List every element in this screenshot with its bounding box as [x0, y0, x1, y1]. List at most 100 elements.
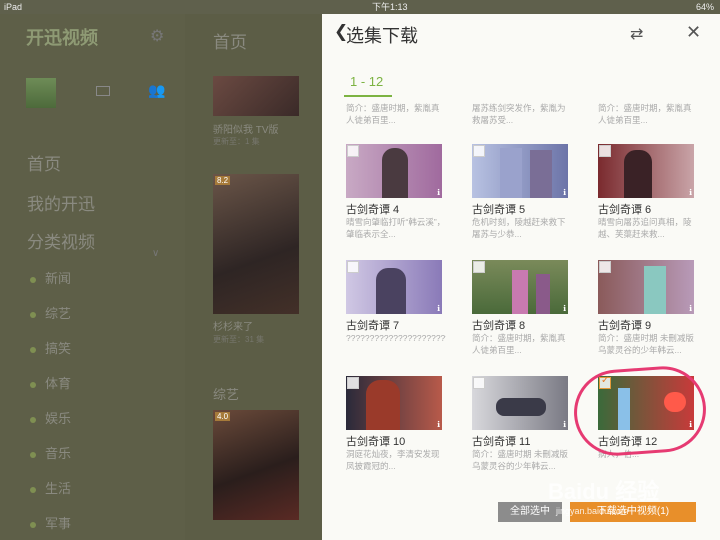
episode-title: 古剑奇谭 6: [598, 204, 652, 216]
mail-icon[interactable]: [96, 86, 110, 96]
episode-thumbnail[interactable]: ℹ: [346, 260, 442, 314]
episode-thumbnail[interactable]: ℹ: [346, 376, 442, 430]
swap-icon[interactable]: ⇄: [630, 24, 643, 44]
episode-card[interactable]: ℹ 古剑奇谭 5 危机时刻，陵越赶来救下屠苏与少恭...: [472, 144, 570, 239]
panel-title: 选集下载: [346, 26, 418, 46]
annotation-circle: [571, 363, 709, 459]
poster-title: 杉杉来了: [213, 322, 253, 333]
episode-title: 古剑奇谭 11: [472, 436, 531, 448]
people-icon[interactable]: 👥: [148, 82, 165, 99]
bullet-icon: [30, 416, 36, 423]
nav-sub-item[interactable]: 搞笑: [30, 338, 71, 357]
info-icon[interactable]: ℹ: [563, 420, 566, 429]
gear-icon[interactable]: ⚙: [150, 26, 166, 45]
poster-title: 骄阳似我 TV版: [213, 125, 279, 136]
nav-sub-item[interactable]: 综艺: [30, 303, 71, 322]
panel-header: ❮ 选集下载 ⇄ ✕: [322, 14, 720, 54]
nav-sub-label: 体育: [45, 376, 72, 391]
info-icon[interactable]: ℹ: [689, 304, 692, 313]
episode-thumbnail[interactable]: ℹ: [472, 144, 568, 198]
nav-sub-label: 搞笑: [45, 341, 72, 356]
episode-card[interactable]: ℹ 古剑奇谭 4 晴雪向肇临打听“韩云溪”，肇临表示全...: [346, 144, 445, 239]
nav-sub-label: 音乐: [45, 446, 72, 461]
episode-title: 古剑奇谭 8: [472, 320, 526, 332]
download-panel: ❮ 选集下载 ⇄ ✕ 1 - 12 简介：盛唐时期，紫胤真人徒弟百里... 屠苏…: [322, 14, 720, 540]
nav-sub-label: 生活: [45, 481, 72, 496]
tab-episode-range[interactable]: 1 - 12: [350, 74, 383, 89]
nav-item-mine[interactable]: 我的开迅: [27, 190, 95, 215]
clock: 下午1:13: [372, 2, 408, 12]
nav-sub-label: 娱乐: [45, 411, 72, 426]
episode-thumbnail[interactable]: ℹ: [598, 260, 694, 314]
background-app: 开迅视频 ⚙ 👥 首页 我的开迅 分类视频 ∨ 新闻 综艺 搞笑 体育 娱乐 音…: [0, 14, 322, 540]
episode-card[interactable]: ℹ 古剑奇谭 11 简介：盛唐时期 未刪减版 乌蒙灵谷的少年韩云...: [472, 376, 570, 471]
panel-footer: 全部选中 下载选中视频(1): [322, 500, 720, 540]
info-icon[interactable]: ℹ: [437, 188, 440, 197]
info-icon[interactable]: ℹ: [689, 188, 692, 197]
nav-item-home[interactable]: 首页: [27, 150, 61, 175]
episode-desc: 洞庭花灿夜，李清安发现凤披霞冠的...: [346, 449, 440, 471]
episode-desc: 晴雪向屠苏追问真相，陵越、芙蕖赶来救...: [598, 217, 692, 239]
bullet-icon: [30, 381, 36, 388]
avatar[interactable]: [26, 78, 56, 108]
episode-checkbox[interactable]: [599, 145, 611, 157]
sidebar: 开迅视频 ⚙ 👥 首页 我的开迅 分类视频 ∨ 新闻 综艺 搞笑 体育 娱乐 音…: [0, 14, 185, 540]
episode-card[interactable]: ℹ 古剑奇谭 8 简介：盛唐时期，紫胤真人徒弟百里...: [472, 260, 570, 355]
episode-checkbox[interactable]: [473, 145, 485, 157]
nav-sub-item[interactable]: 娱乐: [30, 408, 71, 427]
close-icon[interactable]: ✕: [686, 22, 701, 43]
poster-thumbnail[interactable]: 4.0: [213, 410, 299, 520]
rating-badge: 4.0: [215, 412, 231, 421]
episode-checkbox[interactable]: [473, 377, 485, 389]
info-icon[interactable]: ℹ: [437, 420, 440, 429]
bullet-icon: [30, 311, 36, 318]
chevron-down-icon[interactable]: ∨: [152, 248, 159, 259]
nav-sub-item[interactable]: 新闻: [30, 268, 71, 287]
episode-title: 古剑奇谭 7: [346, 320, 400, 332]
poster-thumbnail[interactable]: 8.2: [213, 174, 299, 314]
rating-badge: 8.2: [215, 176, 231, 185]
episode-desc: 简介：盛唐时期，紫胤真人徒弟百里...: [472, 333, 566, 355]
watermark-logo: Baidu 经验: [548, 479, 660, 504]
page-title: 首页: [213, 33, 247, 52]
episode-title: 古剑奇谭 5: [472, 204, 526, 216]
episode-checkbox[interactable]: [347, 145, 359, 157]
episode-card[interactable]: ℹ 古剑奇谭 6 晴雪向屠苏追问真相，陵越、芙蕖赶来救...: [598, 144, 696, 239]
device-label: iPad: [4, 2, 23, 12]
nav-sub-item[interactable]: 生活: [30, 478, 71, 497]
watermark-url: jingyan.baidu.com: [556, 506, 629, 516]
nav-sub-item[interactable]: 军事: [30, 513, 71, 532]
episode-checkbox[interactable]: [473, 261, 485, 273]
episode-thumbnail[interactable]: ℹ: [598, 144, 694, 198]
nav-sub-label: 综艺: [45, 306, 72, 321]
nav-item-category[interactable]: 分类视频: [27, 228, 95, 253]
home-content: 首页 骄阳似我 TV版 更新至：1 集 8.2 杉杉来了 更新至：31 集 综艺…: [185, 14, 322, 540]
episode-checkbox[interactable]: [347, 261, 359, 273]
episode-card[interactable]: ℹ 古剑奇谭 7 ???????????????????????????????…: [346, 260, 446, 352]
episode-thumbnail[interactable]: ℹ: [346, 144, 442, 198]
nav-sub-item[interactable]: 音乐: [30, 443, 71, 462]
episode-thumbnail[interactable]: ℹ: [472, 376, 568, 430]
episode-card[interactable]: ℹ 古剑奇谭 9 简介：盛唐时期 未刪减版 乌蒙灵谷的少年韩云...: [598, 260, 696, 355]
nav-sub-item[interactable]: 体育: [30, 373, 71, 392]
episode-checkbox[interactable]: [347, 377, 359, 389]
app-logo: 开迅视频: [26, 28, 98, 48]
episode-checkbox[interactable]: [599, 261, 611, 273]
episode-title: 古剑奇谭 10: [346, 436, 406, 448]
episode-desc: 晴雪向肇临打听“韩云溪”，肇临表示全...: [346, 217, 446, 239]
episode-desc: ????????????????????????????????...: [346, 333, 446, 343]
episode-desc: 危机时刻，陵越赶来救下屠苏与少恭...: [472, 217, 566, 239]
tab-underline: [344, 95, 392, 97]
bullet-icon: [30, 451, 36, 458]
info-icon[interactable]: ℹ: [563, 304, 566, 313]
info-icon[interactable]: ℹ: [563, 188, 566, 197]
episode-desc: 简介：盛唐时期，紫胤真人徒弟百里...: [598, 103, 692, 125]
nav-sub-label: 军事: [45, 516, 72, 531]
info-icon[interactable]: ℹ: [437, 304, 440, 313]
poster-update: 更新至：31 集: [213, 335, 265, 344]
poster-thumbnail[interactable]: [213, 76, 299, 116]
episode-thumbnail[interactable]: ℹ: [472, 260, 568, 314]
bullet-icon: [30, 276, 36, 283]
poster-update: 更新至：1 集: [213, 137, 260, 146]
episode-card[interactable]: ℹ 古剑奇谭 10 洞庭花灿夜，李清安发现凤披霞冠的...: [346, 376, 444, 471]
